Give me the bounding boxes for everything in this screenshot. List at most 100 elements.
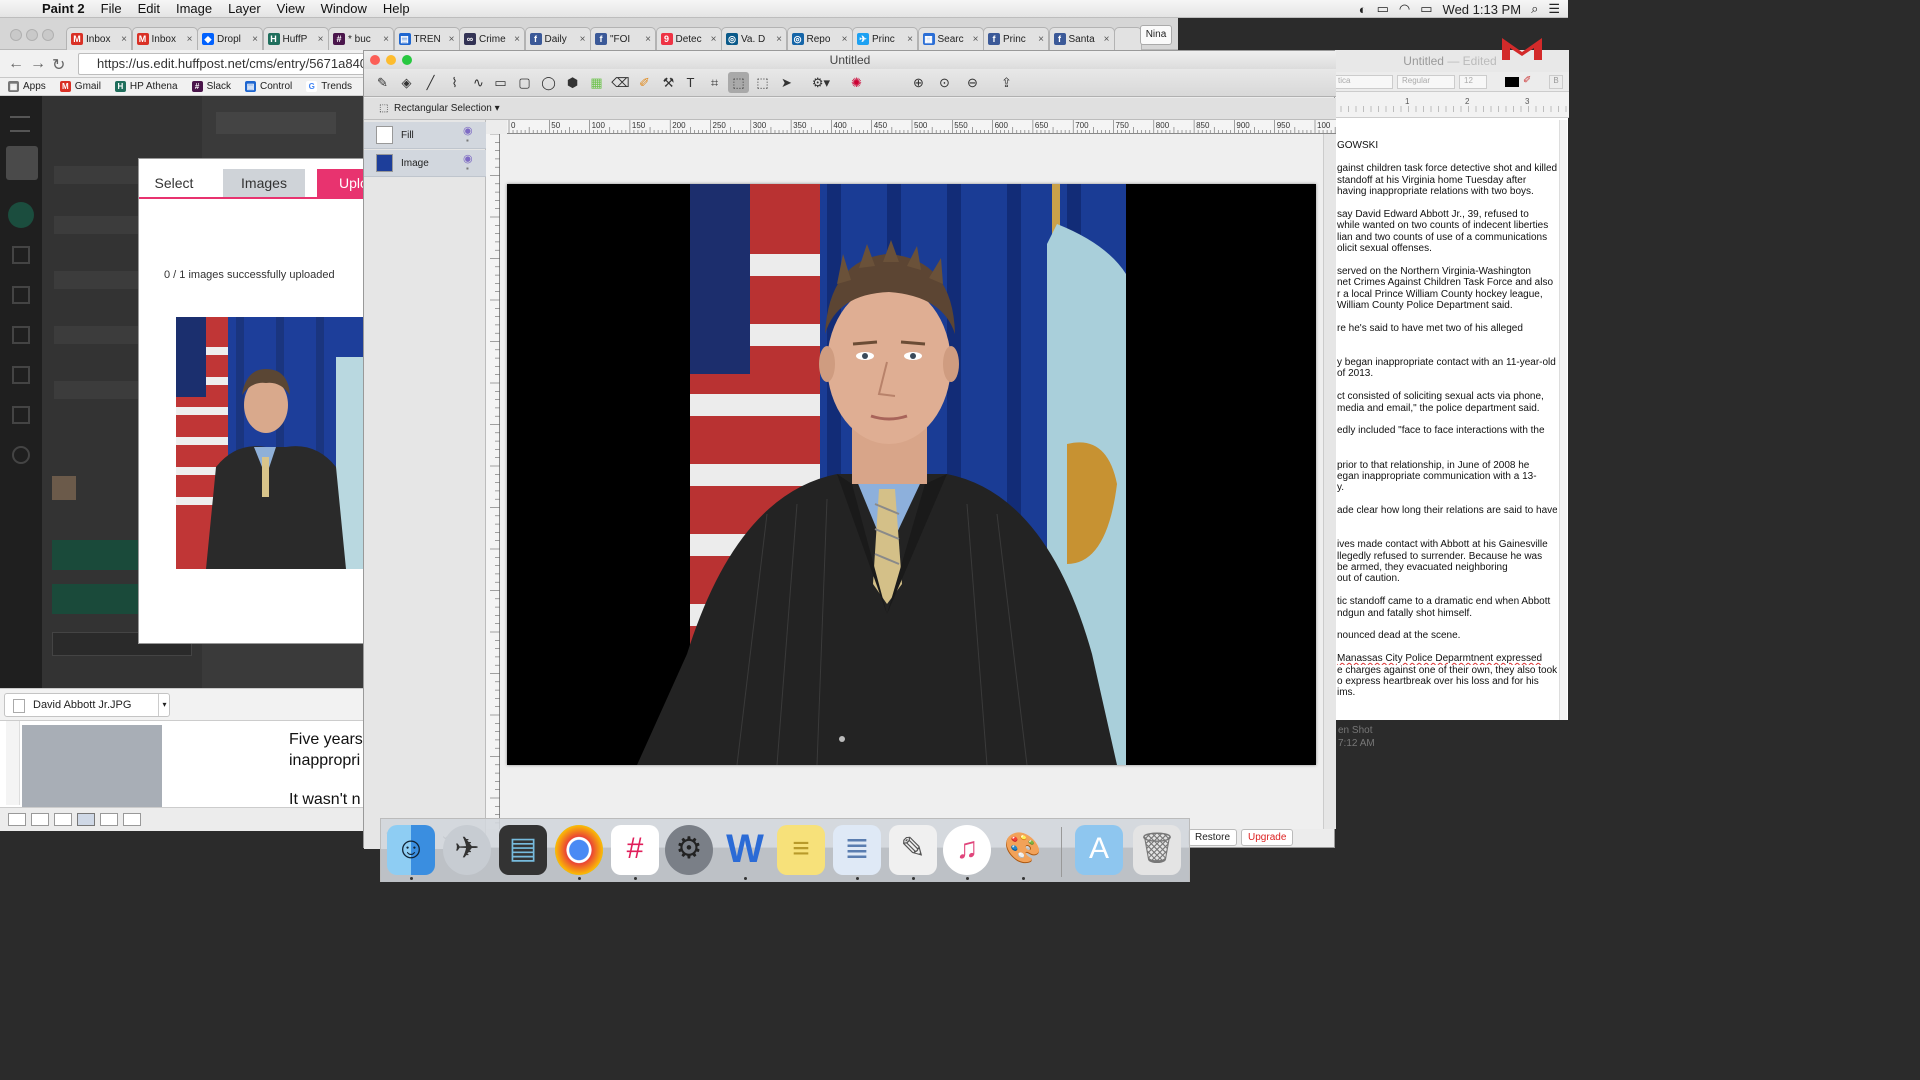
line-tool-icon[interactable]: ╱ <box>420 72 441 93</box>
upgrade-button[interactable]: Upgrade <box>1241 829 1294 846</box>
close-window-button[interactable] <box>370 55 380 65</box>
system-preferences-icon[interactable]: ⚙ <box>665 825 713 875</box>
bookmark-apps[interactable]: ▦ Apps <box>8 81 46 92</box>
menu-image[interactable]: Image <box>168 1 220 16</box>
gear-icon[interactable]: ⚙▾ <box>806 72 836 93</box>
trash-icon[interactable]: 🗑 <box>1133 825 1181 875</box>
close-tab-icon[interactable]: × <box>645 34 655 45</box>
browser-tab[interactable]: f Santa × <box>1048 27 1115 50</box>
minimize-window-button[interactable] <box>26 29 38 41</box>
folder-icon[interactable] <box>12 406 30 424</box>
chrome-icon[interactable] <box>555 825 603 875</box>
forward-arrow-icon[interactable]: → <box>30 55 46 73</box>
menu-app-name[interactable]: Paint 2 <box>34 1 93 16</box>
menu-icon[interactable] <box>10 116 30 132</box>
bold-button[interactable]: B <box>1549 75 1563 89</box>
clone-tool-icon[interactable]: ⚒ <box>658 72 679 93</box>
vertical-scrollbar[interactable] <box>1323 134 1336 829</box>
word-icon[interactable]: W <box>721 825 769 875</box>
menu-window[interactable]: Window <box>313 1 375 16</box>
chart-icon[interactable] <box>12 366 30 384</box>
desktop-screenshot-label[interactable]: en Shot 7:12 AM <box>1338 724 1375 750</box>
zoom-out-icon[interactable]: ⊖ <box>962 72 983 93</box>
font-style-select[interactable]: Regular <box>1397 75 1455 89</box>
menu-edit[interactable]: Edit <box>130 1 168 16</box>
preview-icon[interactable]: ▤ <box>499 825 547 875</box>
crop-tool-icon[interactable]: ⌗ <box>704 72 725 93</box>
polyline-tool-icon[interactable]: ⌇ <box>444 72 465 93</box>
slack-icon[interactable]: # <box>611 825 659 875</box>
close-tab-icon[interactable]: × <box>383 34 393 45</box>
menu-file[interactable]: File <box>93 1 130 16</box>
close-window-button[interactable] <box>10 29 22 41</box>
itunes-icon[interactable]: ♫ <box>943 825 991 875</box>
layer-row-image[interactable]: Image ◉ ▪ <box>364 150 486 177</box>
browser-tab[interactable]: ▦ Searc × <box>917 27 984 50</box>
close-tab-icon[interactable]: × <box>580 34 590 45</box>
chevron-down-icon[interactable]: ▾ <box>495 103 500 114</box>
list-icon[interactable] <box>12 286 30 304</box>
profile-button[interactable]: Nina <box>1140 25 1172 45</box>
canvas-area[interactable] <box>500 134 1336 829</box>
plus-icon[interactable] <box>8 202 34 228</box>
browser-tab[interactable]: H HuffP × <box>262 27 329 50</box>
rounded-rectangle-tool-icon[interactable]: ▢ <box>514 72 535 93</box>
highlight-icon[interactable]: ✐ <box>1523 75 1531 86</box>
script-editor-icon[interactable]: ✎ <box>889 825 937 875</box>
bookmark-trends[interactable]: G Trends <box>306 81 352 92</box>
zoom-window-button[interactable] <box>42 29 54 41</box>
close-tab-icon[interactable]: × <box>907 34 917 45</box>
zoom-window-button[interactable] <box>402 55 412 65</box>
reload-icon[interactable]: ↻ <box>52 55 65 75</box>
view-outline-icon[interactable] <box>31 813 49 826</box>
lock-icon[interactable]: ▪ <box>466 136 469 145</box>
close-tab-icon[interactable]: × <box>449 34 459 45</box>
menu-layer[interactable]: Layer <box>220 1 269 16</box>
lock-icon[interactable]: ▪ <box>466 164 469 173</box>
zoom-in-icon[interactable]: ⊕ <box>908 72 929 93</box>
close-tab-icon[interactable]: × <box>1104 34 1114 45</box>
share-icon[interactable]: ⇪ <box>996 72 1017 93</box>
scrollbar[interactable] <box>1559 120 1567 720</box>
clock[interactable]: Wed 1:13 PM <box>1443 2 1522 17</box>
text-tool-icon[interactable]: T <box>680 72 701 93</box>
battery-icon[interactable]: ▭ <box>1420 1 1432 17</box>
font-family-select[interactable]: tica <box>1335 75 1393 89</box>
font-size-select[interactable]: 12 <box>1459 75 1487 89</box>
back-arrow-icon[interactable]: ← <box>8 55 24 73</box>
browser-tab[interactable]: ✈ Princ × <box>852 27 918 50</box>
view-print-layout-icon[interactable] <box>77 813 95 826</box>
browser-tab[interactable]: f "FOI × <box>590 27 656 50</box>
browser-tab[interactable]: 9 Detec × <box>655 27 722 50</box>
browser-tab[interactable]: # * buc × <box>328 27 394 50</box>
view-draft-icon[interactable] <box>8 813 26 826</box>
restore-button[interactable]: Restore <box>1188 829 1238 846</box>
close-tab-icon[interactable]: × <box>514 34 524 45</box>
eraser-tool-icon[interactable]: ⌫ <box>610 72 631 93</box>
fill-bucket-tool-icon[interactable]: ◈ <box>396 72 417 93</box>
uploaded-image-thumbnail[interactable] <box>176 317 371 569</box>
curve-tool-icon[interactable]: ∿ <box>468 72 489 93</box>
close-tab-icon[interactable]: × <box>776 34 786 45</box>
grid-icon[interactable] <box>12 326 30 344</box>
view-notebook-icon[interactable] <box>100 813 118 826</box>
zoom-actual-icon[interactable]: ⊙ <box>934 72 955 93</box>
airplay-icon[interactable]: ▭ <box>1377 1 1389 17</box>
finder-icon[interactable]: ☺ <box>387 825 435 875</box>
polygon-tool-icon[interactable]: ⬢ <box>562 72 583 93</box>
word-body-text[interactable]: Five years inappropri It wasn't n <box>289 729 363 810</box>
bookmark-gmail[interactable]: M Gmail <box>59 81 101 92</box>
browser-tab[interactable]: M Inbox × <box>131 27 198 50</box>
color-picker-icon[interactable]: ✺ <box>846 72 867 93</box>
textedit-icon[interactable]: ≣ <box>833 825 881 875</box>
minimize-window-button[interactable] <box>386 55 396 65</box>
download-item[interactable]: David Abbott Jr.JPG ▾ <box>4 693 170 717</box>
notification-center-icon[interactable]: ☰ <box>1548 1 1560 17</box>
browser-tab[interactable]: ▤ TREN × <box>393 27 460 50</box>
magic-wand-tool-icon[interactable]: ⬚ <box>752 72 773 93</box>
tab-select[interactable]: Select <box>139 169 209 197</box>
close-tab-icon[interactable]: × <box>252 34 262 45</box>
browser-tab[interactable]: M Inbox × <box>66 27 132 50</box>
close-tab-icon[interactable]: × <box>973 34 983 45</box>
browser-tab[interactable]: ∞ Crime × <box>459 27 525 50</box>
